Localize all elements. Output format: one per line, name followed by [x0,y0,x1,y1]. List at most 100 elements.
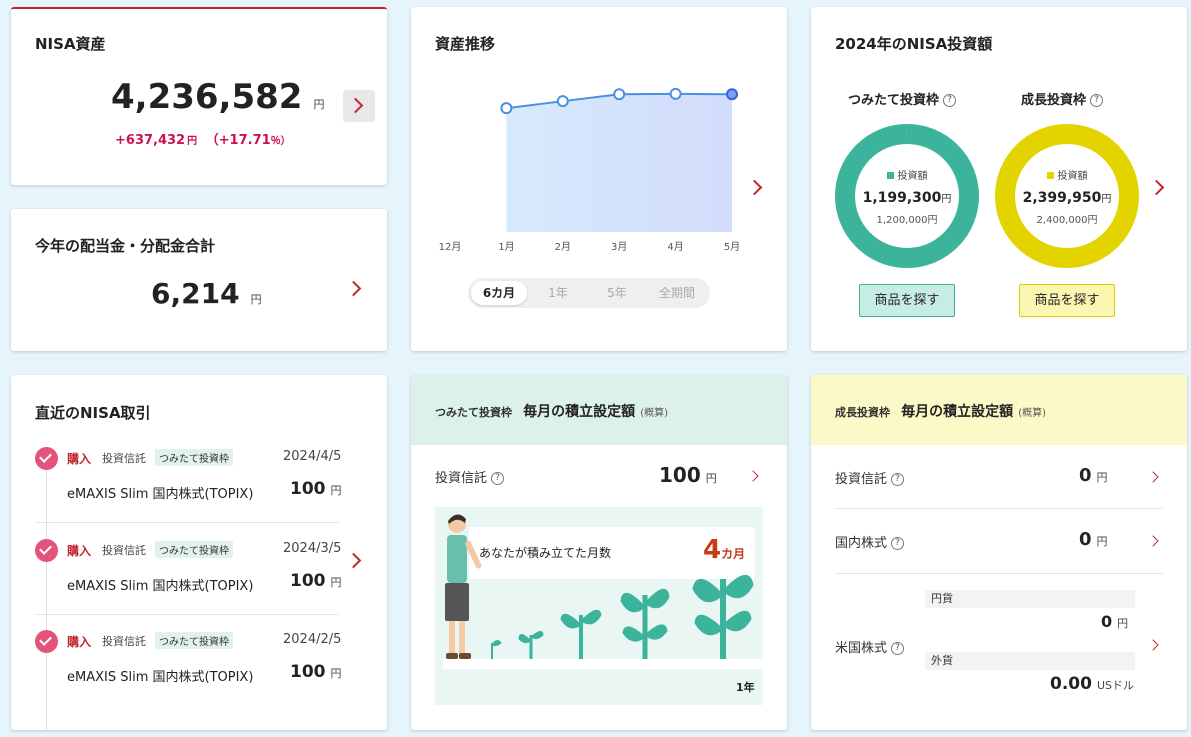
tsumitate-fund-amount: 100 円 [659,463,717,487]
period-tab[interactable]: 5年 [593,281,641,305]
help-icon[interactable]: ? [891,537,905,550]
growth-search-button[interactable]: 商品を探す [1019,284,1115,317]
row-amount: 0円 [1079,465,1108,486]
growth-monthly-card: 成長投資枠 毎月の積立設定額 (概算) 投資信託? 0円 国内株式? 0円 米国… [811,375,1187,730]
trade-frame-badge: つみたて投資枠 [155,632,233,649]
gain-value: +637,432 [115,133,186,148]
growth-row-domestic[interactable]: 国内株式? 0円 [835,509,1163,574]
row-amount: 0円 [1079,529,1108,550]
period-tab[interactable]: 6カ月 [471,281,527,305]
asset-trend-chart: 12月 1月 2月 3月 4月 5月 [439,87,740,253]
chevron-right-icon[interactable] [747,470,759,482]
growth-illustration: あなたが積み立てた月数 4カ月 1年 [435,507,763,705]
tsumitate-monthly-card: つみたて投資枠 毎月の積立設定額 (概算) 投資信託? 100 円 あなたが積み立… [411,375,787,730]
trade-amount-value: 100 [290,571,326,591]
gain-yen: 円 [187,136,198,147]
growth-row-fund[interactable]: 投資信託? 0円 [835,445,1163,509]
tsumitate-limit: 1,200,000円 [876,215,938,226]
x-tick-label: 2月 [555,241,571,253]
help-icon[interactable]: ? [1090,94,1104,107]
trade-date: 2024/4/5 [283,449,342,464]
approx-label: (概算) [1018,408,1046,419]
gain-percent-unit: ％） [270,136,291,147]
tsumitate-amount: 1,199,300 [862,190,942,206]
tsumitate-frame-label: つみたて投資枠? [848,89,957,108]
row-label-wrap: 米国株式? [835,637,905,656]
person-figure [445,514,482,659]
jpy-amount-value: 0 [1101,612,1113,631]
chevron-right-icon[interactable] [345,280,362,297]
dividends-card[interactable]: 今年の配当金・分配金合計 6,214 円 [11,209,387,351]
plant-3 [560,609,602,659]
period-tab[interactable]: 1年 [534,281,582,305]
trade-amount: 100 円 [290,662,342,682]
asset-trend-card: 資産推移 12月 1月 2月 3月 4月 5月 6カ月 1年 5年 全期間 [411,7,787,351]
x-tick-label: 5月 [724,241,740,253]
period-selector: 6カ月 1年 5年 全期間 [468,278,710,308]
chevron-right-icon[interactable] [1147,535,1159,547]
help-icon[interactable]: ? [943,94,957,107]
amount-value: 0 [1079,465,1092,486]
frame-label: 成長投資枠 [835,406,890,419]
total-value: 4,236,582 [111,77,303,117]
tsumitate-search-button[interactable]: 商品を探す [859,284,955,317]
trade-frame-badge: つみたて投資枠 [155,541,233,558]
trade-amount-value: 100 [290,479,326,499]
trade-fund: eMAXIS Slim 国内株式(TOPIX) [67,579,254,594]
trade-amount-value: 100 [290,662,326,682]
trade-date: 2024/2/5 [283,632,342,647]
tsumitate-donut-center: 投資額 1,199,300円 1,200,000円 [834,167,980,226]
nisa-assets-card: NISA資産 4,236,582 円 +637,432 円 （+17.71％） [11,7,387,185]
help-icon[interactable]: ? [891,473,905,486]
nisa-assets-detail-button[interactable] [343,90,375,122]
chevron-right-icon[interactable] [1147,471,1159,483]
growth-label-text: 成長投資枠 [1021,93,1087,108]
frame-label: つみたて投資枠 [435,406,512,419]
trade-type: 購入 [67,635,92,649]
dividends-total: 6,214 円 [151,277,262,310]
nisa-assets-gain: +637,432 円 （+17.71％） [115,129,291,148]
trade-row[interactable]: 購入 投資信託 つみたて投資枠 2024/2/5 eMAXIS Slim 国内株式(TO… [35,626,342,706]
growth-row-us[interactable]: 米国株式? 円貨 0円 外貨 0.00 USドル [835,574,1163,730]
help-icon[interactable]: ? [891,642,905,655]
dividends-yen: 円 [250,293,262,306]
trade-category: 投資信託 [102,452,146,465]
data-point [613,88,626,101]
nisa-assets-title: NISA資産 [35,35,106,53]
gain-percent: （+17.71 [205,133,271,148]
chevron-right-icon[interactable] [345,552,362,569]
row-label: 投資信託 [835,472,888,487]
growth-monthly-heading: 成長投資枠 毎月の積立設定額 (概算) [835,401,1046,421]
trade-amount: 100 円 [290,571,342,591]
jpy-label-bar: 円貨 [925,590,1135,608]
trade-category: 投資信託 [102,635,146,648]
plant-5 [692,575,754,659]
trade-row[interactable]: 購入 投資信託 つみたて投資枠 2024/4/5 eMAXIS Slim 国内株式(TO… [35,443,342,523]
fx-amount-value: 0.00 [1050,674,1092,694]
fx-label-bar: 外貨 [925,652,1135,670]
amount-yen: 円 [1096,535,1108,548]
fx-label: 外貨 [931,654,953,667]
dividends-title: 今年の配当金・分配金合計 [35,237,216,255]
help-icon[interactable]: ? [491,472,505,485]
recent-trades-title: 直近のNISA取引 [35,404,151,422]
tsumitate-yen: 円 [941,194,952,205]
trade-frame-badge: つみたて投資枠 [155,449,233,466]
row-label: 国内株式 [835,536,888,551]
period-tab[interactable]: 全期間 [648,281,706,305]
fx-amount: 0.00 USドル [1050,674,1134,694]
amount-value: 0 [1079,529,1092,550]
trade-type: 購入 [67,544,92,558]
trade-amount-yen: 円 [330,576,342,589]
trade-row[interactable]: 購入 投資信託 つみたて投資枠 2024/3/5 eMAXIS Slim 国内株式(TO… [35,535,342,615]
tsumitate-monthly-heading: つみたて投資枠 毎月の積立設定額 (概算) [435,401,668,421]
amount-yen: 円 [705,472,717,485]
monthly-title: 毎月の積立設定額 [901,404,1014,420]
chevron-right-icon[interactable] [1148,179,1165,196]
area-fill [506,93,732,232]
monthly-title: 毎月の積立設定額 [523,404,636,420]
chevron-right-icon[interactable] [1147,639,1159,651]
trade-amount-yen: 円 [330,484,342,497]
growth-donut-center: 投資額 2,399,950円 2,400,000円 [994,167,1140,226]
trade-amount: 100 円 [290,479,342,499]
